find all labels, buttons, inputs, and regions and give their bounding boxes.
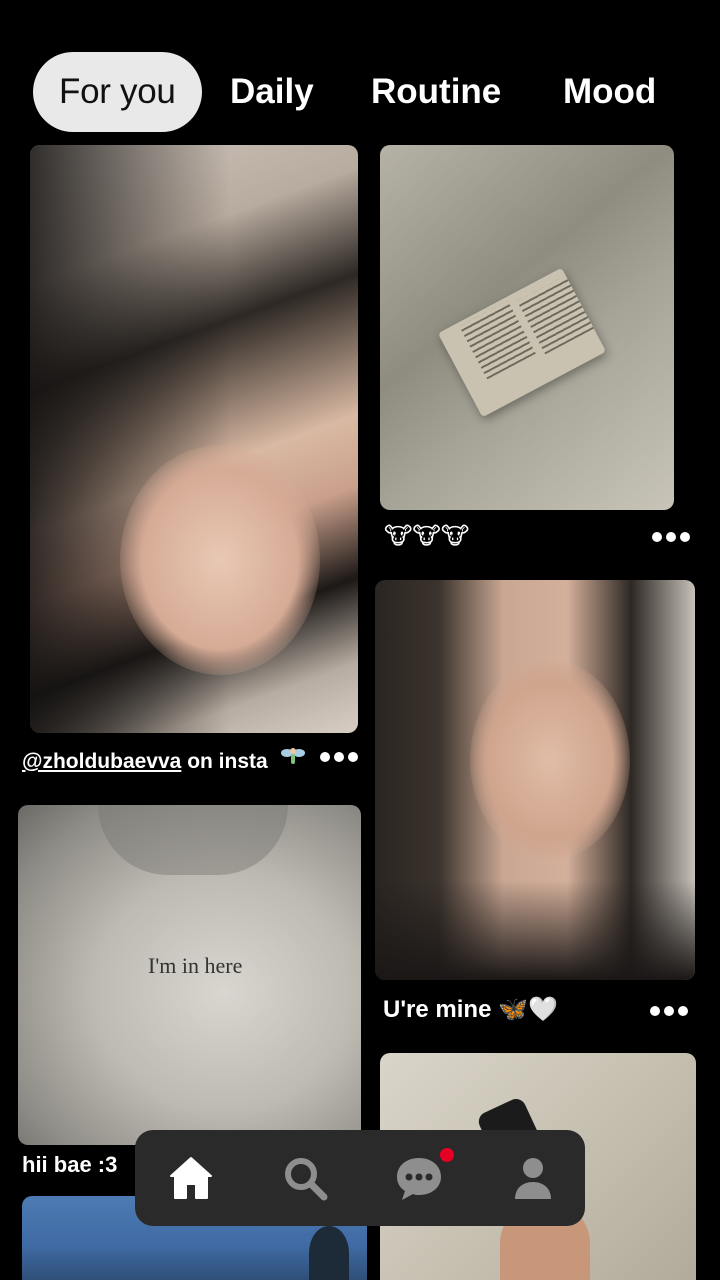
- pin-caption-insta: @zholdubaevva on insta: [22, 744, 306, 774]
- pin-menu-button[interactable]: [652, 530, 692, 544]
- pin-caption-text: on insta: [181, 750, 268, 773]
- profile-icon[interactable]: [507, 1152, 559, 1204]
- tab-bar: For you Daily Routine Mood: [33, 52, 720, 132]
- pin-caption-cows: 🐮🐮🐮: [384, 523, 470, 550]
- pin-image-tshirt[interactable]: I'm in here: [18, 805, 361, 1145]
- tab-for-you[interactable]: For you: [33, 52, 202, 132]
- pin-image-selfie-2[interactable]: [375, 580, 695, 980]
- pin-caption-handle[interactable]: @zholdubaevva: [22, 750, 181, 773]
- shirt-print-text: I'm in here: [148, 953, 243, 978]
- home-icon[interactable]: [165, 1152, 217, 1204]
- pin-caption-hii: hii bae :3: [22, 1152, 118, 1177]
- pin-image-selfie-1[interactable]: [30, 145, 358, 733]
- tab-mood[interactable]: Mood: [563, 52, 656, 132]
- pin-image-book[interactable]: [380, 145, 674, 510]
- fairy-emoji-icon: [280, 744, 306, 774]
- pin-caption-mine: U're mine 🦋🤍: [383, 996, 558, 1023]
- tab-routine[interactable]: Routine: [371, 52, 501, 132]
- bottom-nav-bar: [135, 1130, 585, 1226]
- tab-daily[interactable]: Daily: [230, 52, 314, 132]
- pin-menu-button[interactable]: [650, 1004, 690, 1018]
- messages-badge-dot: [440, 1148, 454, 1162]
- pin-menu-button[interactable]: [320, 750, 360, 764]
- search-icon[interactable]: [279, 1152, 331, 1204]
- messages-icon[interactable]: [393, 1152, 445, 1204]
